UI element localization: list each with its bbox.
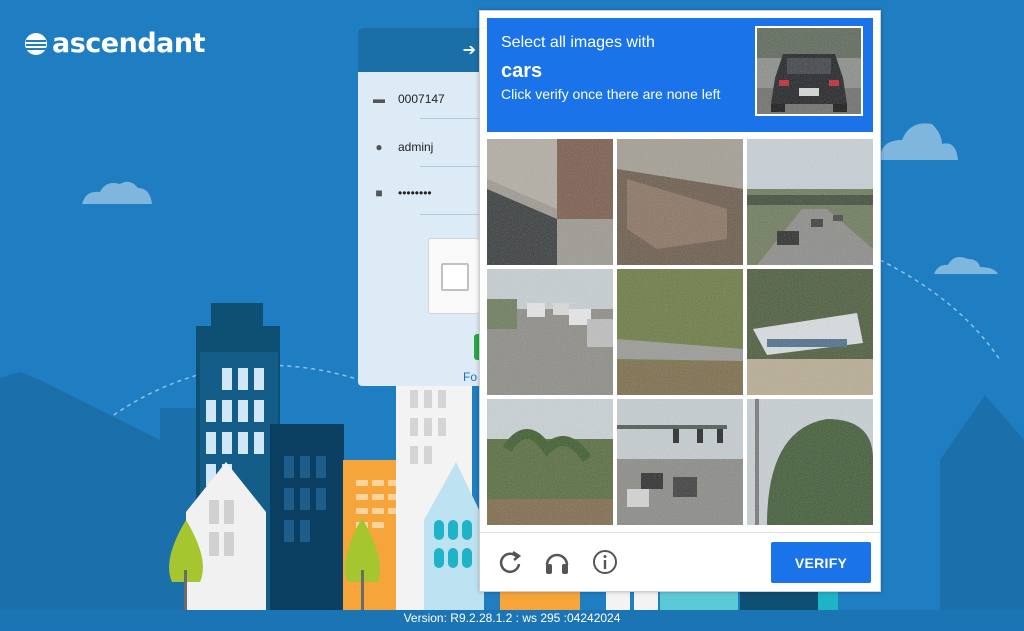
image-tile[interactable]	[487, 269, 613, 395]
image-tile[interactable]	[747, 269, 873, 395]
username-value[interactable]: adminj	[398, 140, 433, 154]
login-header: ➔	[358, 28, 498, 72]
audio-headphones-icon[interactable]	[542, 547, 572, 577]
account-number-value[interactable]: 0007147	[398, 92, 445, 106]
version-text: Version: R9.2.28.1.2 : ws 295 :04242024	[403, 611, 621, 625]
forgot-link[interactable]: Fo	[463, 370, 477, 384]
password-value[interactable]: ••••••••	[398, 186, 432, 200]
account-number-field[interactable]: ▬ 0007147	[372, 92, 492, 106]
challenge-instruction: Select all images with	[501, 34, 655, 51]
sign-in-icon: ➔	[462, 42, 476, 59]
lock-icon: ■	[375, 186, 383, 200]
user-icon: ●	[375, 140, 383, 154]
recaptcha-checkbox[interactable]	[441, 263, 469, 291]
logo-mark-icon	[25, 32, 47, 55]
image-tile[interactable]	[747, 399, 873, 525]
info-icon[interactable]	[590, 547, 620, 577]
image-tile[interactable]	[747, 139, 873, 265]
challenge-keyword: cars	[501, 60, 543, 82]
verify-button[interactable]: VERIFY	[771, 542, 871, 583]
image-grid	[487, 139, 873, 525]
login-card: ➔ ▬ 0007147 ● adminj ■ ••••••••	[358, 28, 498, 386]
image-challenge-dialog: Select all images with cars Click verify…	[479, 10, 881, 592]
brand-name: ascendant	[52, 28, 206, 59]
image-tile[interactable]	[617, 399, 743, 525]
credit-card-icon: ▬	[373, 92, 385, 106]
image-tile[interactable]	[617, 139, 743, 265]
sample-car-image	[755, 26, 863, 116]
password-field[interactable]: ■ ••••••••	[372, 186, 492, 200]
image-tile[interactable]	[487, 139, 613, 265]
username-field[interactable]: ● adminj	[372, 140, 492, 154]
recaptcha-box	[428, 238, 480, 314]
image-tile[interactable]	[487, 399, 613, 525]
image-tile[interactable]	[617, 269, 743, 395]
challenge-subinstruction: Click verify once there are none left	[501, 86, 721, 102]
ascendant-logo: ascendant	[24, 28, 206, 59]
challenge-header: Select all images with cars Click verify…	[487, 18, 873, 132]
reload-icon[interactable]	[495, 547, 525, 577]
